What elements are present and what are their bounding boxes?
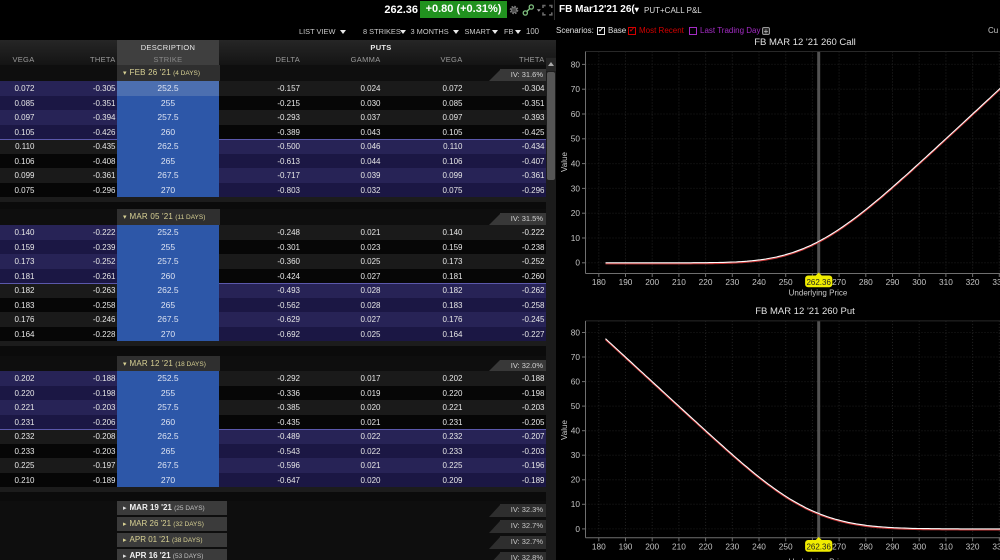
svg-text:20: 20 xyxy=(571,208,581,218)
svg-text:190: 190 xyxy=(619,541,633,551)
svg-text:50: 50 xyxy=(571,401,581,411)
svg-text:240: 240 xyxy=(752,277,766,287)
svg-text:200: 200 xyxy=(645,277,659,287)
svg-text:300: 300 xyxy=(912,277,926,287)
svg-text:40: 40 xyxy=(571,159,581,169)
svg-text:10: 10 xyxy=(571,499,581,509)
svg-text:Underlying Price: Underlying Price xyxy=(789,289,848,298)
svg-text:220: 220 xyxy=(699,541,713,551)
svg-text:220: 220 xyxy=(699,277,713,287)
svg-text:210: 210 xyxy=(672,541,686,551)
svg-text:262.36: 262.36 xyxy=(806,542,831,551)
svg-text:210: 210 xyxy=(672,277,686,287)
svg-text:70: 70 xyxy=(571,84,581,94)
svg-text:10: 10 xyxy=(571,233,581,243)
svg-text:270: 270 xyxy=(832,277,846,287)
svg-text:280: 280 xyxy=(859,541,873,551)
svg-text:330: 330 xyxy=(992,541,1000,551)
svg-text:70: 70 xyxy=(571,352,581,362)
svg-text:40: 40 xyxy=(571,426,581,436)
svg-text:320: 320 xyxy=(966,277,980,287)
svg-text:310: 310 xyxy=(939,277,953,287)
svg-text:80: 80 xyxy=(571,59,581,69)
svg-text:FB MAR 12 '21 260 Put: FB MAR 12 '21 260 Put xyxy=(755,306,855,317)
svg-text:310: 310 xyxy=(939,541,953,551)
svg-text:320: 320 xyxy=(966,541,980,551)
svg-text:180: 180 xyxy=(592,277,606,287)
svg-text:0: 0 xyxy=(575,524,580,534)
svg-text:190: 190 xyxy=(619,277,633,287)
svg-text:30: 30 xyxy=(571,183,581,193)
svg-text:250: 250 xyxy=(779,277,793,287)
svg-text:200: 200 xyxy=(645,541,659,551)
svg-text:0: 0 xyxy=(575,258,580,268)
svg-text:50: 50 xyxy=(571,134,581,144)
svg-text:230: 230 xyxy=(725,277,739,287)
svg-text:80: 80 xyxy=(571,327,581,337)
svg-text:60: 60 xyxy=(571,109,581,119)
svg-text:262.36: 262.36 xyxy=(806,278,831,287)
svg-text:230: 230 xyxy=(725,541,739,551)
svg-text:240: 240 xyxy=(752,541,766,551)
svg-text:280: 280 xyxy=(859,277,873,287)
svg-text:20: 20 xyxy=(571,475,581,485)
svg-text:FB MAR 12 '21 260 Call: FB MAR 12 '21 260 Call xyxy=(754,37,856,48)
svg-text:290: 290 xyxy=(886,541,900,551)
svg-text:Value: Value xyxy=(560,420,569,440)
svg-text:60: 60 xyxy=(571,377,581,387)
svg-text:250: 250 xyxy=(779,541,793,551)
svg-text:330: 330 xyxy=(992,277,1000,287)
svg-text:180: 180 xyxy=(592,541,606,551)
svg-text:30: 30 xyxy=(571,450,581,460)
svg-text:300: 300 xyxy=(912,541,926,551)
svg-text:Value: Value xyxy=(560,152,569,172)
svg-text:290: 290 xyxy=(886,277,900,287)
svg-text:270: 270 xyxy=(832,541,846,551)
